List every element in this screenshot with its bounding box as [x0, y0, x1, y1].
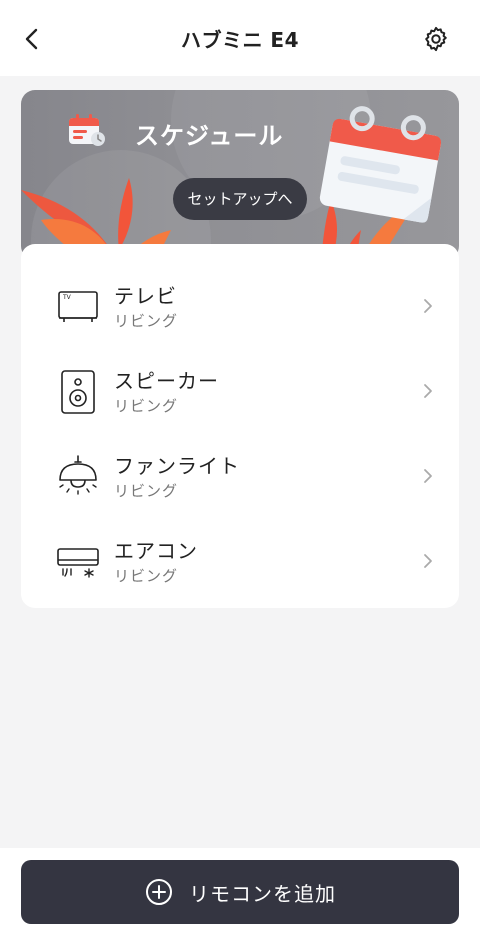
bottom-bar: リモコンを追加: [0, 848, 480, 935]
add-remote-label: リモコンを追加: [189, 882, 336, 906]
schedule-banner[interactable]: スケジュール セットアップへ: [21, 90, 459, 260]
chevron-right-icon: [424, 469, 432, 483]
device-room: リビング: [114, 567, 179, 585]
svg-text:TV: TV: [62, 294, 72, 301]
device-room: リビング: [114, 482, 179, 500]
device-room: リビング: [114, 397, 179, 415]
device-row-tv[interactable]: TV テレビ リビング: [21, 270, 459, 350]
device-list: TV テレビ リビング スピーカー リビング ファンライト リビング エアコン …: [21, 244, 459, 608]
gear-icon: [425, 26, 447, 52]
device-row-fan-light[interactable]: ファンライト リビング: [21, 440, 459, 520]
air-conditioner-icon: [57, 548, 99, 578]
device-name: ファンライト: [114, 454, 240, 478]
device-name: エアコン: [114, 539, 198, 563]
add-remote-button[interactable]: リモコンを追加: [21, 860, 459, 924]
plus-circle-icon: [146, 879, 172, 905]
setup-button[interactable]: セットアップへ: [173, 178, 307, 220]
fan-light-icon: [59, 455, 97, 495]
device-row-speaker[interactable]: スピーカー リビング: [21, 355, 459, 435]
calendar-icon: [69, 114, 105, 146]
settings-button[interactable]: [422, 25, 450, 53]
chevron-right-icon: [424, 384, 432, 398]
device-room: リビング: [114, 312, 179, 330]
device-row-air-conditioner[interactable]: エアコン リビング: [21, 525, 459, 605]
speaker-icon: [61, 370, 95, 414]
chevron-right-icon: [424, 554, 432, 568]
page-title: ハブミニ E4: [180, 28, 300, 52]
device-name: スピーカー: [114, 369, 219, 393]
banner-title: スケジュール: [135, 122, 284, 150]
tv-icon: TV: [58, 291, 98, 322]
device-name: テレビ: [114, 284, 177, 308]
header: ハブミニ E4: [0, 0, 480, 76]
chevron-right-icon: [424, 299, 432, 313]
